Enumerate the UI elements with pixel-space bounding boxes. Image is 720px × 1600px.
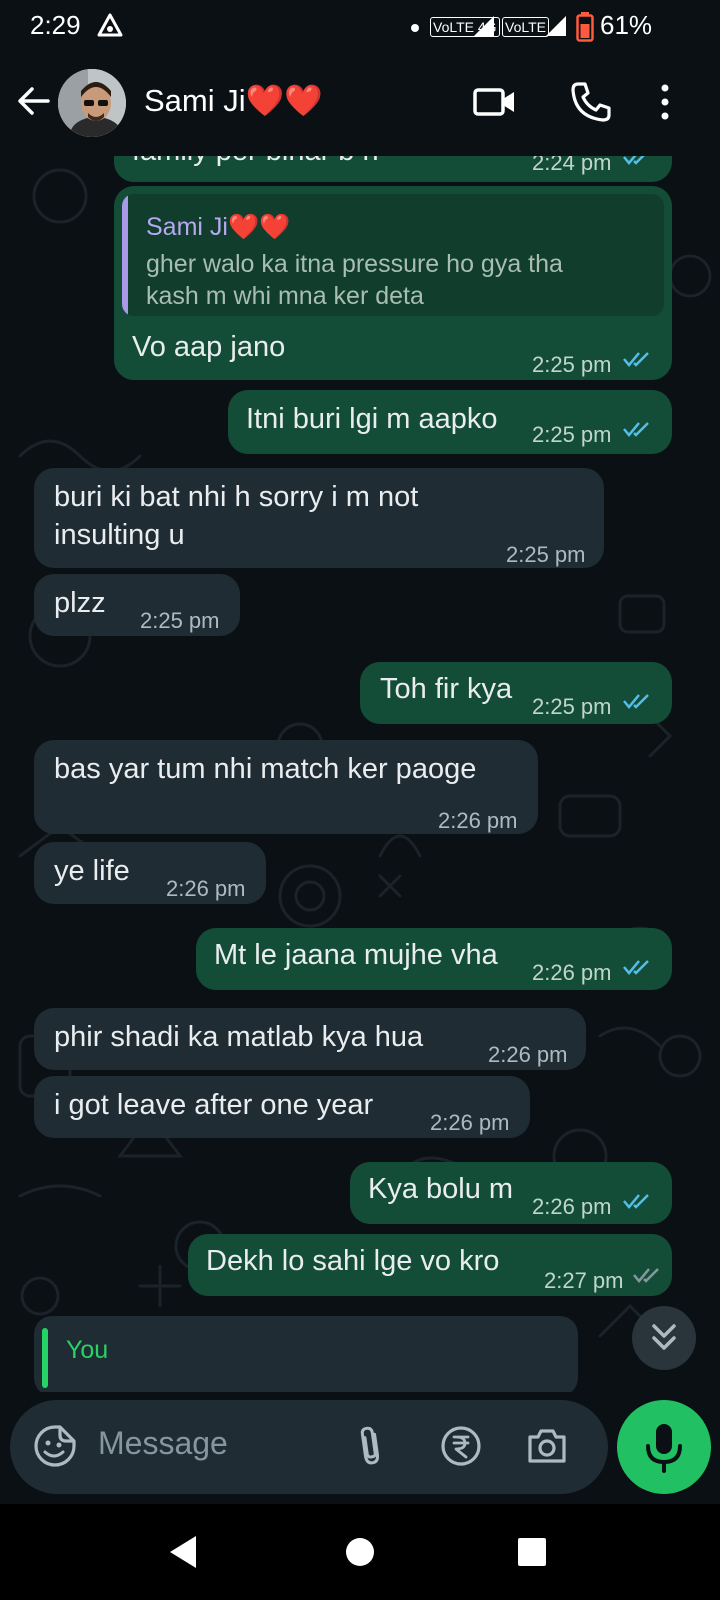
- message-time: 2:25 pm: [140, 608, 220, 633]
- message-text: Toh fir kya: [380, 673, 513, 705]
- message-time: 2:26 pm: [166, 876, 246, 901]
- status-time: 2:29: [30, 10, 81, 40]
- nav-back-icon[interactable]: [164, 1532, 204, 1572]
- read-receipt-icon: [623, 422, 649, 437]
- message-bubble-outgoing[interactable]: Sami Ji❤️❤️ gher walo ka itna pressure h…: [114, 186, 672, 380]
- read-receipt-icon: [623, 694, 649, 709]
- quoted-sender-name: Sami Ji❤️❤️: [146, 213, 291, 241]
- rupee-payment-icon[interactable]: [438, 1423, 484, 1469]
- message-composer: Message: [10, 1400, 608, 1494]
- message-text: Mt le jaana mujhe vha: [214, 939, 498, 971]
- back-arrow-icon[interactable]: [12, 79, 56, 123]
- app-notification-icon: [97, 13, 123, 37]
- message-text: ye life: [54, 855, 130, 887]
- message-time: 2:27 pm: [544, 1268, 624, 1293]
- message-bubble-incoming[interactable]: buri ki bat nhi h sorry i m not insultin…: [34, 468, 604, 568]
- quoted-text-line: kash m whi mna ker deta: [146, 282, 424, 310]
- system-nav-bar: [0, 1504, 720, 1600]
- battery-percent: 61%: [600, 10, 653, 40]
- message-bubble-incoming[interactable]: ye life 2:26 pm: [34, 842, 266, 904]
- signal-icon-1: [474, 16, 494, 36]
- quoted-sender-name: You: [66, 1336, 109, 1364]
- contact-avatar[interactable]: [58, 69, 126, 137]
- read-receipt-icon: [623, 156, 645, 165]
- message-text: Kya bolu m: [368, 1173, 514, 1205]
- message-text: insulting u: [54, 519, 185, 551]
- read-receipt-icon: [623, 352, 649, 367]
- message-bubble-outgoing[interactable]: Kya bolu m 2:26 pm: [350, 1162, 672, 1224]
- attach-icon[interactable]: [348, 1423, 394, 1469]
- message-time: 2:26 pm: [430, 1110, 510, 1135]
- read-receipt-icon: [623, 1194, 649, 1209]
- nav-recents-icon[interactable]: [512, 1532, 552, 1572]
- signal-icon-2: [546, 16, 566, 36]
- message-time: 2:25 pm: [532, 422, 612, 447]
- status-bar: 2:29 VoLTE 4G VoLTE 61%: [0, 0, 720, 54]
- message-text: plzz: [54, 587, 106, 619]
- chat-header: Sami Ji❤️❤️: [0, 54, 720, 156]
- message-bubble-incoming[interactable]: You: [34, 1316, 578, 1392]
- message-bubble-outgoing[interactable]: Mt le jaana mujhe vha 2:26 pm: [196, 928, 672, 990]
- battery-icon: [576, 12, 594, 42]
- message-time: 2:25 pm: [532, 694, 612, 719]
- message-time: 2:26 pm: [532, 960, 612, 985]
- message-text: bas yar tum nhi match ker paoge: [54, 753, 477, 785]
- message-time: 2:25 pm: [532, 352, 612, 377]
- quoted-message[interactable]: Sami Ji❤️❤️ gher walo ka itna pressure h…: [122, 194, 664, 316]
- chat-messages-area[interactable]: family per bihar b h 2:24 pm Sami Ji❤️❤️…: [0, 156, 720, 1392]
- phone-call-icon[interactable]: [568, 79, 614, 125]
- message-time: 2:26 pm: [438, 808, 518, 833]
- message-bubble-incoming[interactable]: plzz 2:25 pm: [34, 574, 240, 636]
- message-text: i got leave after one year: [54, 1089, 374, 1121]
- message-bubble-incoming[interactable]: phir shadi ka matlab kya hua 2:26 pm: [34, 1008, 586, 1070]
- quoted-text: gher walo ka itna pressure ho gya tha ka…: [146, 248, 664, 312]
- notification-dot: [411, 24, 419, 32]
- voice-record-button[interactable]: [617, 1400, 711, 1494]
- message-bubble-outgoing[interactable]: Dekh lo sahi lge vo kro 2:27 pm: [188, 1234, 672, 1296]
- video-call-icon[interactable]: [472, 79, 518, 125]
- message-text: Dekh lo sahi lge vo kro: [206, 1245, 500, 1277]
- contact-name[interactable]: Sami Ji❤️❤️: [144, 82, 323, 119]
- message-time: 2:25 pm: [506, 542, 586, 567]
- scroll-to-bottom-button[interactable]: [632, 1306, 696, 1370]
- message-time: 2:26 pm: [488, 1042, 568, 1067]
- read-receipt-icon: [633, 1268, 659, 1283]
- message-text: buri ki bat nhi h sorry i m not: [54, 481, 419, 513]
- message-bubble-incoming[interactable]: bas yar tum nhi match ker paoge 2:26 pm: [34, 740, 538, 834]
- message-text: family per bihar b h: [132, 156, 379, 170]
- camera-icon[interactable]: [524, 1423, 570, 1469]
- more-options-icon[interactable]: [652, 79, 678, 125]
- message-bubble-outgoing[interactable]: family per bihar b h 2:24 pm: [114, 156, 672, 182]
- message-bubble-outgoing[interactable]: Toh fir kya 2:25 pm: [360, 662, 672, 724]
- avatar-image: [58, 69, 126, 137]
- read-receipt-icon: [623, 960, 649, 975]
- message-text: Vo aap jano: [132, 331, 286, 363]
- quote-accent-bar: [122, 194, 128, 316]
- message-text: Itni buri lgi m aapko: [246, 403, 498, 435]
- message-input[interactable]: Message: [98, 1425, 228, 1462]
- quote-accent-bar: [42, 1328, 48, 1388]
- quoted-text-line: gher walo ka itna pressure ho gya tha: [146, 250, 563, 278]
- nav-home-icon[interactable]: [340, 1532, 380, 1572]
- double-chevron-down-icon: [652, 1324, 676, 1350]
- message-bubble-outgoing[interactable]: Itni buri lgi m aapko 2:25 pm: [228, 390, 672, 454]
- message-time: 2:26 pm: [532, 1194, 612, 1219]
- sticker-icon[interactable]: [32, 1423, 78, 1469]
- mic-icon: [646, 1424, 682, 1473]
- network-label-2: VoLTE: [502, 17, 549, 37]
- message-text: phir shadi ka matlab kya hua: [54, 1021, 424, 1053]
- message-bubble-incoming[interactable]: i got leave after one year 2:26 pm: [34, 1076, 530, 1138]
- message-time: 2:24 pm: [532, 156, 612, 175]
